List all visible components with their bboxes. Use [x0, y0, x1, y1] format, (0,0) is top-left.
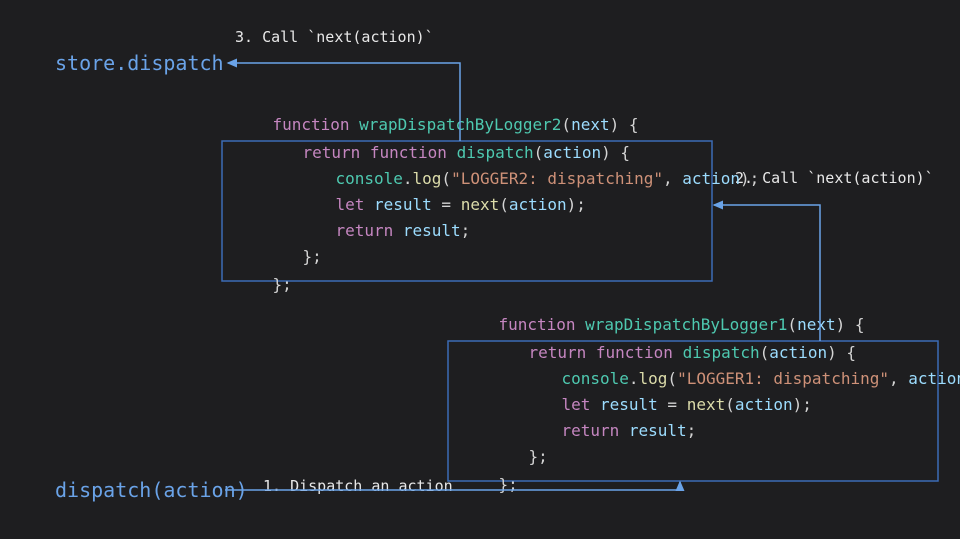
label-dispatch-action: dispatch(action)	[55, 478, 248, 502]
code-line: function wrapDispatchByLogger2(next) {	[205, 115, 687, 134]
code-line: };	[235, 247, 370, 266]
code-line: console.log("LOGGER2: dispatching", acti…	[268, 169, 807, 188]
label-store-dispatch: store.dispatch	[55, 51, 224, 75]
code-block-logger1: function wrapDispatchByLogger1(next) { r…	[431, 315, 960, 494]
code-line: let result = next(action);	[494, 395, 860, 414]
annotation-step3: 3. Call `next(action)`	[235, 28, 434, 46]
code-line: return function dispatch(action) {	[235, 143, 678, 162]
diagram-canvas: store.dispatch dispatch(action) 3. Call …	[0, 0, 960, 539]
code-line: function wrapDispatchByLogger1(next) {	[431, 315, 913, 334]
code-line: return result;	[494, 421, 744, 440]
annotation-step1: 1. Dispatch an action	[263, 477, 453, 495]
code-line: };	[205, 275, 340, 294]
code-line: };	[431, 475, 566, 494]
code-line: let result = next(action);	[268, 195, 634, 214]
code-line: return function dispatch(action) {	[461, 343, 904, 362]
code-line: console.log("LOGGER1: dispatching", acti…	[494, 369, 960, 388]
code-line: };	[461, 447, 596, 466]
code-line: return result;	[268, 221, 518, 240]
